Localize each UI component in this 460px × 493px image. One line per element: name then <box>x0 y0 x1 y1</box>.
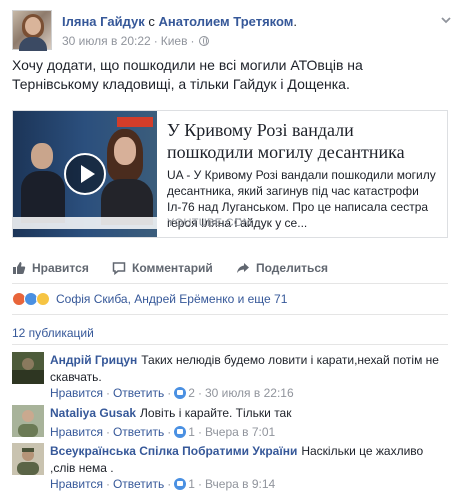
comment-text-block: Андрій Грицун Таких нелюдів будемо ловити… <box>50 352 450 386</box>
comment-actions: Нравится · Ответить · 2 · 30 июля в 22:16 <box>50 386 294 400</box>
sad-reaction-icon <box>36 292 50 306</box>
tagged-name-link[interactable]: Анатолием Третяком <box>158 14 293 29</box>
post-location-link[interactable]: Киев <box>161 34 188 48</box>
post-date-link[interactable]: 30 июля в 20:22 <box>62 34 151 48</box>
author-line: Іляна Гайдук с Анатолием Третяком. <box>62 14 297 29</box>
comment-label: Комментарий <box>132 261 213 275</box>
comment-button[interactable]: Комментарий <box>112 258 213 278</box>
video-thumbnail[interactable] <box>13 111 157 237</box>
play-icon[interactable] <box>64 153 106 195</box>
commenter-avatar[interactable] <box>12 405 44 437</box>
share-label: Поделиться <box>256 261 329 275</box>
comment-like-link[interactable]: Нравится <box>50 386 103 400</box>
share-button[interactable]: Поделиться <box>236 258 328 278</box>
comment-time[interactable]: Вчера в 9:14 <box>205 477 275 491</box>
period: . <box>293 14 298 29</box>
commenter-avatar[interactable] <box>12 443 44 475</box>
reaction-names[interactable]: Софія Скиба, Андрей Ерёменко и еще 71 <box>56 292 287 306</box>
comment-time[interactable]: Вчера в 7:01 <box>205 425 275 439</box>
like-count-icon <box>174 426 187 438</box>
comment-actions: Нравится · Ответить · 1 · Вчера в 7:01 <box>50 425 276 439</box>
post-text: Хочу додати, що пошкодили не всі могили … <box>12 57 363 92</box>
globe-icon <box>199 36 210 46</box>
commenter-name[interactable]: Всеукраїнська Спілка Побратими України <box>50 444 297 458</box>
comment-reply-link[interactable]: Ответить <box>113 386 164 400</box>
commenter-name[interactable]: Андрій Грицун <box>50 353 137 367</box>
post-meta: 30 июля в 20:22 · Киев · <box>62 34 210 48</box>
divider <box>12 314 448 315</box>
comment-like-count[interactable]: 2 <box>188 386 195 400</box>
with-word: с <box>148 14 155 29</box>
link-title[interactable]: У Кривому Розі вандали пошкодили могилу … <box>167 119 443 163</box>
author-avatar[interactable] <box>12 10 52 51</box>
thumbs-up-icon <box>13 262 26 274</box>
author-name-link[interactable]: Іляна Гайдук <box>62 14 145 29</box>
divider <box>12 283 448 284</box>
comment-icon <box>112 262 126 275</box>
chevron-down-icon[interactable] <box>440 14 452 26</box>
comment-reply-link[interactable]: Ответить <box>113 425 164 439</box>
comment-text: Ловіть і карайте. Тільки так <box>140 406 292 420</box>
commenter-avatar[interactable] <box>12 352 44 384</box>
comment-like-count[interactable]: 1 <box>188 477 195 491</box>
link-preview-card[interactable]: У Кривому Розі вандали пошкодили могилу … <box>12 110 448 238</box>
comment-actions: Нравится · Ответить · 1 · Вчера в 9:14 <box>50 477 276 491</box>
publications-count[interactable]: 12 публикаций <box>12 326 94 340</box>
post-actions: Нравится Комментарий Поделиться <box>12 258 448 278</box>
comment-reply-link[interactable]: Ответить <box>113 477 164 491</box>
post-header: Іляна Гайдук с Анатолием Третяком. 30 ию… <box>12 10 452 51</box>
share-arrow-icon <box>237 263 249 273</box>
comment-text-block: Всеукраїнська Спілка Побратими України На… <box>50 443 450 477</box>
reactions-summary[interactable]: Софія Скиба, Андрей Ерёменко и еще 71 <box>12 291 448 307</box>
like-label: Нравится <box>32 261 89 275</box>
comment-like-link[interactable]: Нравится <box>50 477 103 491</box>
commenter-name[interactable]: Nataliya Gusak <box>50 406 136 420</box>
comment-text-block: Nataliya Gusak Ловіть і карайте. Тільки т… <box>50 405 450 422</box>
like-count-icon <box>174 387 187 399</box>
like-count-icon <box>174 478 187 490</box>
comment-time[interactable]: 30 июля в 22:16 <box>205 386 294 400</box>
like-button[interactable]: Нравится <box>12 258 89 278</box>
comment-like-link[interactable]: Нравится <box>50 425 103 439</box>
comment-like-count[interactable]: 1 <box>188 425 195 439</box>
divider <box>12 344 448 345</box>
link-domain: YOUTUBE.COM <box>167 217 253 229</box>
